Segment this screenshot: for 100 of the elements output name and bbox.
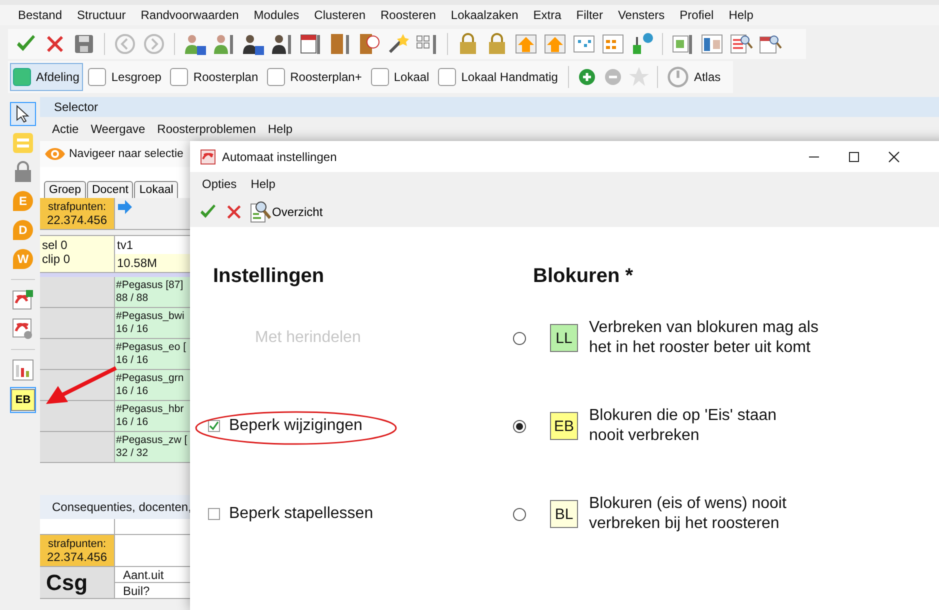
- menu-item[interactable]: Extra: [533, 8, 562, 22]
- radio-label[interactable]: Verbreken van blokuren mag als het in het rooster beter uit komt: [589, 318, 818, 358]
- menu-item[interactable]: Structuur: [77, 8, 126, 22]
- menu-item[interactable]: Weergave: [90, 122, 146, 136]
- menu-item[interactable]: Vensters: [618, 8, 665, 22]
- document-search-icon: [250, 200, 272, 224]
- star-icon[interactable]: [626, 65, 651, 89]
- panel-title: Selector: [54, 100, 98, 114]
- block-code: LL: [550, 324, 578, 352]
- export-tool[interactable]: [10, 288, 36, 312]
- person-icon[interactable]: [241, 32, 265, 56]
- menu-item[interactable]: Help: [250, 177, 276, 191]
- padlock-icon: [14, 161, 32, 183]
- close-icon[interactable]: [888, 150, 900, 162]
- door-wrench-icon[interactable]: [328, 32, 352, 56]
- filter-toggle[interactable]: Roosterplan: [167, 63, 262, 91]
- list-search-icon[interactable]: [729, 32, 753, 56]
- group-count: 16 / 16: [116, 354, 148, 367]
- radio-label[interactable]: Blokuren (eis of wens) nooit verbreken bij het roosteren: [589, 494, 786, 534]
- menu-item[interactable]: Help: [728, 8, 754, 22]
- grid-icon[interactable]: [601, 32, 625, 56]
- chart-tool[interactable]: [10, 358, 36, 382]
- filter-toggle[interactable]: Lokaal: [368, 63, 434, 91]
- group-count: 88 / 88: [116, 292, 148, 305]
- export-icon: [12, 289, 34, 311]
- menu-item[interactable]: Randvoorwaarden: [140, 8, 239, 22]
- tab[interactable]: Docent: [86, 181, 134, 198]
- menu-item[interactable]: Profiel: [680, 8, 714, 22]
- penalty-label: strafpunten:: [46, 538, 108, 550]
- grid-wrench-icon[interactable]: [415, 32, 439, 56]
- section-heading: Blokuren *: [532, 264, 634, 288]
- group-count: 16 / 16: [116, 385, 148, 398]
- eye-icon: [44, 147, 66, 161]
- pointer-tool[interactable]: [10, 102, 36, 126]
- option-label: Met herindelen: [254, 329, 361, 347]
- group-count: 16 / 16: [116, 416, 148, 429]
- power-icon: [666, 66, 689, 88]
- school-name: Csg: [46, 570, 88, 596]
- person-icon[interactable]: [183, 32, 207, 56]
- penalty-value: 22.374.456: [46, 212, 108, 226]
- tab[interactable]: Lokaal: [134, 181, 178, 198]
- layout-icon[interactable]: [700, 32, 724, 56]
- block-code-tool[interactable]: EB: [10, 387, 36, 413]
- checkbox-label[interactable]: Beperk wijzigingen: [229, 417, 362, 435]
- group-name: #Pegasus_hbr: [116, 403, 184, 416]
- menu-item[interactable]: Filter: [576, 8, 603, 22]
- filter-toggle[interactable]: Lesgroep: [85, 63, 166, 91]
- block-code: BL: [550, 500, 578, 528]
- radio-button[interactable]: [513, 332, 526, 344]
- menu-item[interactable]: Roosteren: [380, 8, 436, 22]
- maximize-icon[interactable]: [848, 150, 860, 162]
- group-count: 32 / 32: [116, 447, 148, 460]
- group-name: #Pegasus_bwi: [116, 310, 184, 323]
- checkbox[interactable]: [208, 508, 220, 520]
- filter-toggle[interactable]: Lokaal Handmatig: [435, 63, 562, 91]
- arrow-right-icon[interactable]: [117, 200, 133, 214]
- radio-button[interactable]: [513, 508, 526, 520]
- section-heading: Instellingen: [212, 264, 326, 288]
- app-icon: [200, 148, 216, 164]
- person-wrench-icon[interactable]: [270, 32, 294, 56]
- sheet-wrench-icon[interactable]: [671, 32, 695, 56]
- atlas-button[interactable]: Atlas: [664, 63, 725, 91]
- block-code: EB: [550, 412, 578, 440]
- menu-item[interactable]: Modules: [254, 8, 300, 22]
- filter-toggle[interactable]: Roosterplan+: [264, 63, 366, 91]
- menu-item[interactable]: Roosterproblemen: [157, 122, 256, 136]
- overview-button[interactable]: Overzicht: [250, 200, 323, 224]
- window-title: Automaat instellingen: [222, 150, 338, 164]
- calendar-wrench-icon[interactable]: [299, 32, 323, 56]
- annotation-arrow: [46, 366, 117, 404]
- bar-chart-icon: [12, 359, 34, 381]
- save-icon[interactable]: [72, 32, 96, 56]
- menu-item[interactable]: Bestand: [18, 8, 62, 22]
- cursor-icon: [15, 105, 31, 123]
- menu-item[interactable]: Actie: [52, 122, 79, 136]
- door-clock-icon[interactable]: [357, 32, 381, 56]
- penalty-value: 22.374.456: [46, 550, 108, 564]
- version-label: tv1: [116, 237, 134, 254]
- selection-count: sel 0: [42, 238, 68, 252]
- menu-item[interactable]: Help: [268, 122, 293, 136]
- row-label: Aant.uit: [123, 568, 164, 582]
- magic-wand-icon[interactable]: [386, 32, 410, 56]
- group-name: #Pegasus_zw [: [116, 434, 188, 447]
- checkbox[interactable]: [208, 420, 220, 432]
- menu-item[interactable]: Lokaalzaken: [450, 8, 518, 22]
- row-label: Buil?: [123, 584, 150, 598]
- filter-toggle[interactable]: Afdeling: [10, 63, 84, 91]
- checkbox-label[interactable]: Beperk stapellessen: [229, 505, 374, 523]
- radio-label[interactable]: Blokuren die op 'Eis' staan nooit verbreken: [589, 406, 777, 446]
- group-name: #Pegasus_eo [: [116, 341, 186, 354]
- panel-title: Consequenties, docenten,: [52, 500, 190, 514]
- group-name: #Pegasus_grn: [116, 372, 184, 385]
- tab[interactable]: Groep: [44, 181, 86, 198]
- group-count: 16 / 16: [116, 323, 148, 336]
- group-name: #Pegasus [87]: [116, 279, 184, 292]
- menu-item[interactable]: Clusteren: [314, 8, 366, 22]
- lines-icon: [12, 132, 34, 154]
- menu-item[interactable]: Opties: [202, 177, 237, 191]
- radio-button[interactable]: [513, 420, 526, 432]
- clipboard-count: clip 0: [42, 252, 72, 266]
